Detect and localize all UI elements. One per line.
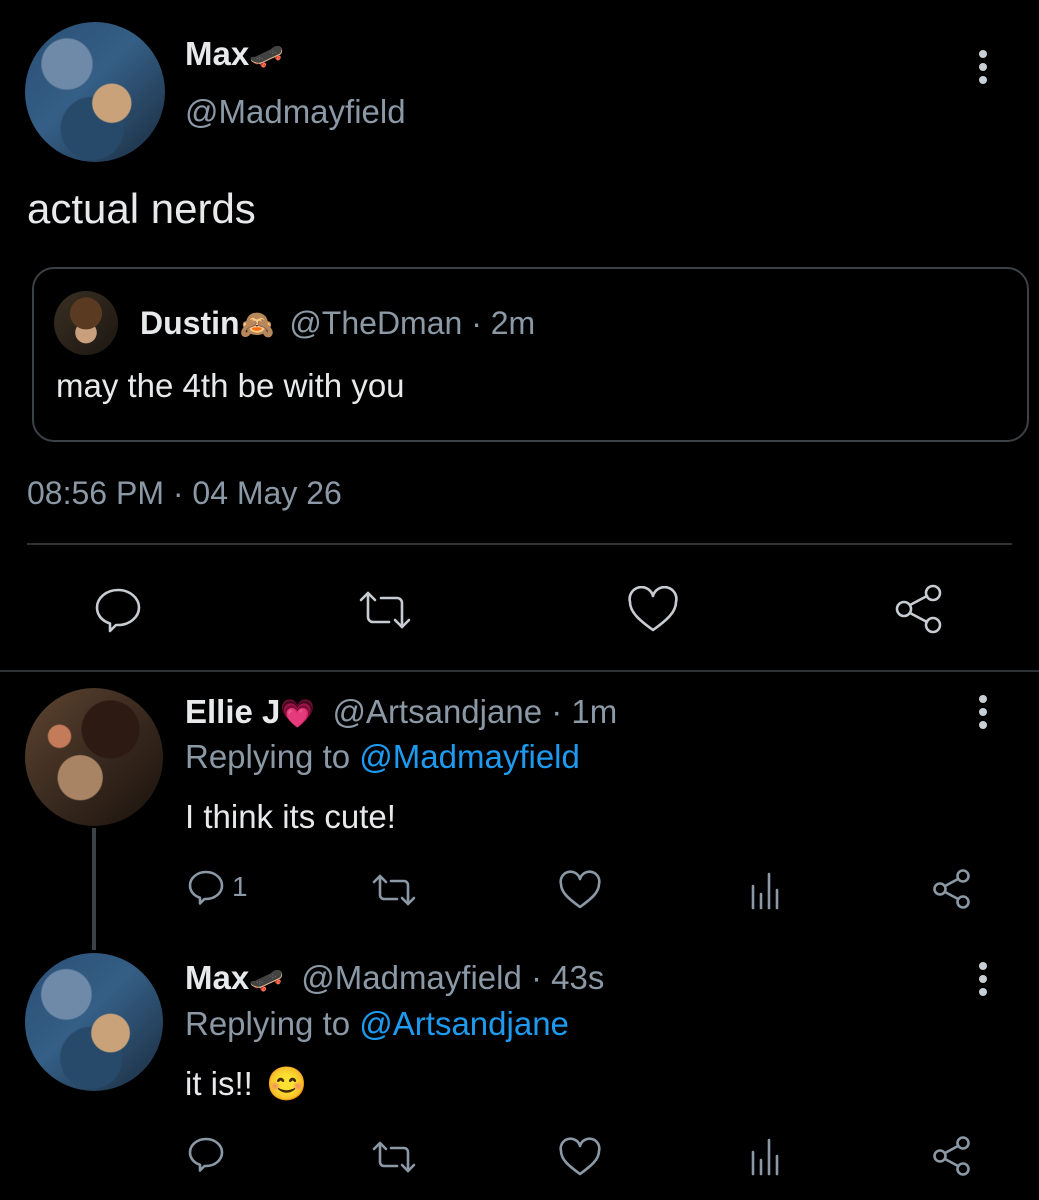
bar-chart-icon <box>751 1138 779 1176</box>
bar-chart-icon <box>751 872 779 910</box>
more-options-icon[interactable] <box>976 50 990 84</box>
reply-time: · 43s <box>531 959 605 996</box>
monkey-emoji-icon: 🙈 <box>239 309 275 340</box>
heart-icon <box>559 1137 601 1176</box>
reply-count: 1 <box>232 871 248 902</box>
replying-to-line: Replying to @Madmayfield <box>185 737 580 777</box>
reply-author-row: Ellie J💗 @Artsandjane · 1m <box>185 692 617 734</box>
retweet-icon <box>372 874 416 906</box>
speech-bubble-icon <box>95 588 141 633</box>
reply-text: it is!! <box>185 1065 253 1102</box>
quoted-tweet-text: may the 4th be with you <box>56 367 405 404</box>
quoted-author-name: Dustin <box>140 305 240 341</box>
reply-author-row: Max🛹 @Madmayfield · 43s <box>185 958 604 1000</box>
heart-icon <box>628 585 678 632</box>
heart-emoji-icon: 💗 <box>280 698 316 729</box>
smiling-face-emoji-icon: 😊 <box>266 1065 308 1102</box>
author-name[interactable]: Max <box>185 35 249 72</box>
retweet-icon <box>359 591 411 629</box>
like-button[interactable] <box>626 585 680 634</box>
quoted-author-row: Dustin🙈 @TheDman · 2m <box>140 303 535 345</box>
quoted-tweet-time: · 2m <box>471 305 536 341</box>
reply-author-handle[interactable]: @Madmayfield <box>301 959 522 996</box>
tweet-timestamp[interactable]: 08:56 PM · 04 May 26 <box>27 473 342 513</box>
retweet-icon <box>372 1141 416 1173</box>
like-button[interactable] <box>558 870 602 915</box>
skateboard-emoji-icon: 🛹 <box>249 964 285 995</box>
quoted-author-avatar <box>54 291 118 355</box>
retweet-button[interactable] <box>371 872 417 913</box>
skateboard-emoji-icon: 🛹 <box>249 40 285 71</box>
stats-button[interactable] <box>748 1136 782 1181</box>
speech-bubble-icon <box>188 870 224 905</box>
reply-author-avatar[interactable] <box>25 953 163 1091</box>
replying-to-handle[interactable]: @Madmayfield <box>359 738 580 775</box>
replying-to-label: Replying to <box>185 738 351 775</box>
reply-text-row: it is!! 😊 <box>185 1064 307 1104</box>
tweet-text: actual nerds <box>27 185 256 232</box>
retweet-button[interactable] <box>357 588 413 632</box>
author-name-row: Max🛹 <box>185 34 284 76</box>
reply-text: I think its cute! <box>185 798 396 835</box>
share-button[interactable] <box>931 1135 973 1182</box>
reply-button[interactable] <box>186 1135 226 1178</box>
speech-bubble-icon <box>188 1137 224 1172</box>
share-button[interactable] <box>893 583 945 635</box>
reply-author-avatar[interactable] <box>25 688 163 826</box>
replying-to-line: Replying to @Artsandjane <box>185 1004 569 1044</box>
author-handle[interactable]: @Madmayfield <box>185 92 406 132</box>
thread-connector-line <box>92 828 96 950</box>
reply-button[interactable]: 1 <box>186 868 248 906</box>
reply-author-name[interactable]: Max <box>185 959 249 996</box>
stats-button[interactable] <box>748 870 782 915</box>
retweet-button[interactable] <box>371 1139 417 1180</box>
more-options-icon[interactable] <box>976 695 990 729</box>
quoted-tweet-card[interactable]: Dustin🙈 @TheDman · 2m may the 4th be wit… <box>32 267 1029 442</box>
share-icon <box>933 869 970 909</box>
reply-time: · 1m <box>551 693 618 730</box>
heart-icon <box>559 870 601 909</box>
divider <box>27 543 1012 545</box>
share-icon <box>895 584 942 634</box>
reply-button[interactable] <box>92 585 144 633</box>
replying-to-handle[interactable]: @Artsandjane <box>359 1005 569 1042</box>
quoted-author-handle: @TheDman <box>289 305 463 341</box>
reply-author-name[interactable]: Ellie J <box>185 693 280 730</box>
share-button[interactable] <box>931 868 973 915</box>
replying-to-label: Replying to <box>185 1005 351 1042</box>
share-icon <box>933 1136 970 1176</box>
author-avatar[interactable] <box>25 22 165 162</box>
reply-author-handle[interactable]: @Artsandjane <box>332 693 542 730</box>
like-button[interactable] <box>558 1137 602 1182</box>
more-options-icon[interactable] <box>976 962 990 996</box>
divider <box>0 670 1039 672</box>
